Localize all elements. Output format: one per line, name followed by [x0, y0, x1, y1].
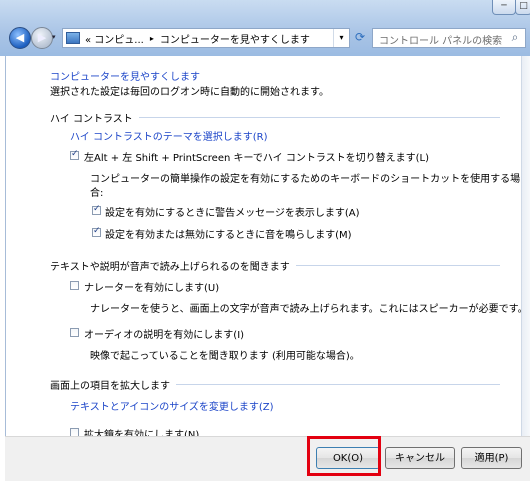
warning-message-checkbox[interactable] — [92, 204, 101, 215]
high-contrast-shortcut-label[interactable]: 左Alt + 左 Shift + PrintScreen キーでハイ コントラス… — [84, 149, 429, 164]
section-heading-magnify: 画面上の項目を拡大します — [50, 378, 500, 392]
section-heading-high-contrast: ハイ コントラスト — [50, 111, 500, 125]
recent-pages-dropdown-icon[interactable]: ▾ — [52, 33, 56, 41]
text-icon-size-link[interactable]: テキストとアイコンのサイズを変更します(Z) — [70, 398, 274, 413]
narrator-label[interactable]: ナレーターを有効にします(U) — [84, 279, 219, 294]
maximize-button[interactable]: □ — [515, 0, 530, 15]
audio-description-label[interactable]: オーディオの説明を有効にします(I) — [84, 326, 244, 341]
narrator-description: ナレーターを使うと、画面上の文字が音声で読み上げられます。これにはスピーカーが必… — [90, 304, 522, 315]
breadcrumb-current[interactable]: コンピューターを見やすくします — [160, 31, 310, 46]
shortcut-description: コンピューターの簡単操作の設定を有効にするためのキーボードのショートカットを使用… — [90, 174, 521, 185]
shortcut-description-cont: 合: — [90, 188, 104, 199]
narrator-checkbox[interactable] — [70, 281, 79, 290]
magnifier-label[interactable]: 拡大鏡を有効にします(N) — [84, 426, 199, 436]
address-dropdown-icon[interactable]: ▾ — [333, 29, 349, 47]
search-placeholder: コントロール パネルの検索 — [379, 36, 503, 47]
ok-highlight-box — [307, 436, 381, 476]
button-bar: OK(O) キャンセル 適用(P) — [5, 436, 530, 481]
forward-arrow-icon: ▶ — [37, 31, 47, 44]
back-button[interactable]: ◀ — [9, 27, 31, 49]
audio-description-checkbox[interactable] — [70, 328, 79, 337]
breadcrumb-parent[interactable]: « コンピュ... — [85, 31, 144, 46]
search-icon[interactable]: ⌕ — [508, 30, 522, 44]
page-subtitle: 選択された設定は毎回のログオン時に自動的に開始されます。 — [50, 87, 329, 98]
cancel-button[interactable]: キャンセル — [385, 447, 455, 469]
vertical-scrollbar[interactable] — [521, 56, 530, 436]
section-heading-narration: テキストや説明が音声で読み上げられるのを聞きます — [50, 259, 500, 273]
magnifier-checkbox[interactable] — [70, 428, 79, 436]
sound-checkbox[interactable] — [92, 226, 101, 237]
content-pane: コンピューターを見やすくします 選択された設定は毎回のログオン時に自動的に開始さ… — [5, 56, 522, 436]
high-contrast-shortcut-checkbox[interactable] — [70, 149, 79, 160]
breadcrumb-separator-icon[interactable]: ▸ — [150, 34, 154, 43]
apply-button[interactable]: 適用(P) — [461, 447, 522, 469]
back-arrow-icon: ◀ — [15, 31, 25, 44]
high-contrast-theme-link[interactable]: ハイ コントラストのテーマを選択します(R) — [70, 128, 268, 143]
minimize-button[interactable]: ─ — [492, 0, 516, 15]
address-bar[interactable]: « コンピュ... ▸ コンピューターを見やすくします ▾ — [62, 28, 350, 48]
search-input[interactable]: コントロール パネルの検索 ⌕ — [372, 28, 526, 48]
control-panel-icon — [66, 32, 80, 44]
page-title: コンピューターを見やすくします — [50, 72, 200, 83]
forward-button[interactable]: ▶ — [31, 27, 53, 49]
sound-label[interactable]: 設定を有効または無効にするときに音を鳴らします(M) — [105, 226, 352, 241]
refresh-icon[interactable]: ⟳ — [352, 28, 368, 46]
warning-message-label[interactable]: 設定を有効にするときに警告メッセージを表示します(A) — [105, 204, 360, 219]
audio-description-text: 映像で起こっていることを聞き取ります (利用可能な場合)。 — [90, 351, 360, 362]
